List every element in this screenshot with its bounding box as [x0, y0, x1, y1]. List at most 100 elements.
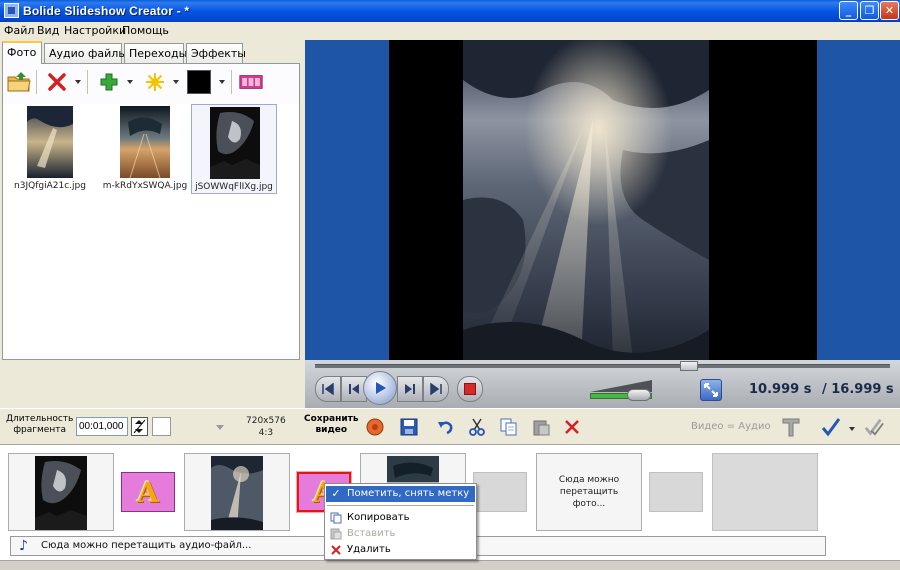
audio-drop-text: Сюда можно перетащить аудио-файл...: [41, 540, 252, 551]
next-button[interactable]: [397, 376, 423, 402]
minimize-button[interactable]: _: [839, 1, 858, 20]
app-window: Bolide Slideshow Creator - * _ ❐ ✕ Файл …: [0, 0, 900, 570]
timeline-slide[interactable]: [8, 453, 114, 531]
save-video-label: Сохранить видео: [304, 414, 359, 435]
go-to-start-button[interactable]: [315, 376, 341, 402]
app-icon: [4, 3, 19, 18]
video-preview: [305, 40, 900, 360]
video-equals-audio-label[interactable]: Видео = Аудио: [691, 421, 771, 432]
context-menu-item-toggle-mark[interactable]: ✓ Пометить, снять метку: [326, 486, 475, 502]
delete-dropdown-arrow[interactable]: [75, 80, 81, 84]
photo-thumbnail: [210, 107, 260, 179]
media-panel: Фото Аудио файлы Переходы Эффекты n3JQfg…: [0, 40, 302, 360]
toolbar-separator: [231, 70, 232, 94]
toolbar-separator: [36, 70, 37, 94]
check-icon[interactable]: [821, 417, 841, 437]
effects-star-icon[interactable]: [143, 70, 167, 94]
play-button[interactable]: [363, 371, 397, 405]
check-all-icon[interactable]: [864, 417, 884, 437]
context-menu-label: Копировать: [347, 512, 410, 523]
copy-icon[interactable]: [499, 417, 519, 437]
stop-button[interactable]: [457, 376, 483, 402]
time-display: 10.999 s / 16.999 s: [749, 382, 894, 397]
bottom-toolbar: Длительность фрагмента 720x576 4:3 Сохра…: [0, 408, 900, 444]
context-menu-item-delete[interactable]: Удалить: [326, 542, 475, 558]
context-menu-item-paste[interactable]: Вставить: [326, 526, 475, 542]
player-controls: 10.999 s / 16.999 s: [305, 360, 900, 408]
timeline-slide[interactable]: [184, 453, 290, 531]
preview-image: [463, 40, 709, 360]
effects-dropdown-arrow[interactable]: [173, 80, 179, 84]
aspect-dropdown-arrow[interactable]: [216, 425, 224, 430]
tab-photo[interactable]: Фото: [2, 41, 42, 64]
context-menu: ✓ Пометить, снять метку Копировать Встав…: [324, 483, 477, 560]
photo-item[interactable]: m-kRdYxSWQA.jpg: [102, 104, 188, 194]
menu-bar: Файл Вид Настройки Помощь: [0, 22, 900, 39]
photo-toolbar: [3, 64, 299, 100]
photo-thumbnail: [120, 106, 170, 179]
window-title: Bolide Slideshow Creator - *: [23, 4, 190, 18]
status-strip: [0, 560, 900, 570]
menu-settings[interactable]: Настройки: [64, 24, 126, 37]
color-dropdown-arrow[interactable]: [219, 80, 225, 84]
timeline-empty-slide[interactable]: [712, 453, 818, 531]
add-dropdown-arrow[interactable]: [127, 80, 133, 84]
photo-item[interactable]: n3JQfgiA21c.jpg: [7, 104, 93, 194]
paste-icon[interactable]: [531, 417, 551, 437]
photo-filename: jSOWWqFlIXg.jpg: [195, 182, 273, 192]
volume-knob[interactable]: [627, 389, 652, 401]
record-icon[interactable]: [365, 417, 385, 437]
context-menu-label: Пометить, снять метку: [347, 488, 470, 499]
seek-bar[interactable]: [315, 364, 890, 368]
tab-transitions[interactable]: Переходы: [124, 43, 187, 63]
photo-item-selected[interactable]: jSOWWqFlIXg.jpg: [191, 104, 277, 194]
duration-input[interactable]: [76, 417, 128, 436]
fullscreen-icon[interactable]: [700, 379, 722, 401]
check-dropdown-arrow[interactable]: [849, 427, 855, 431]
add-icon[interactable]: [97, 70, 121, 94]
title-bar[interactable]: Bolide Slideshow Creator - * _ ❐ ✕: [0, 0, 900, 22]
duration-spin-icon[interactable]: [131, 417, 148, 436]
paste-icon: [330, 528, 342, 540]
maximize-button[interactable]: ❐: [860, 1, 879, 20]
context-menu-item-copy[interactable]: Копировать: [326, 510, 475, 526]
total-time: / 16.999 s: [821, 382, 894, 397]
tab-effects[interactable]: Эффекты: [186, 43, 246, 63]
photo-tab-panel: n3JQfgiA21c.jpg m-kRdYxSWQA.jpg jSOWWqFl…: [2, 63, 300, 360]
timeline-empty-transition[interactable]: [473, 472, 527, 512]
save-disk-icon[interactable]: [399, 417, 419, 437]
video-frame: [389, 40, 817, 360]
cut-icon[interactable]: [467, 417, 487, 437]
context-menu-separator: [327, 505, 474, 506]
menu-view[interactable]: Вид: [37, 24, 59, 37]
background-color-swatch[interactable]: [152, 417, 171, 436]
context-menu-label: Вставить: [347, 528, 396, 539]
photo-filename: m-kRdYxSWQA.jpg: [102, 181, 188, 191]
delete-icon[interactable]: [45, 70, 69, 94]
go-to-end-button[interactable]: [423, 376, 449, 402]
seek-thumb[interactable]: [679, 361, 698, 371]
current-time: 10.999 s: [749, 382, 812, 397]
toolbar-separator: [87, 70, 88, 94]
delete-x-icon[interactable]: [562, 417, 582, 437]
color-picker-icon[interactable]: [187, 70, 211, 94]
resolution-label: 720x576 4:3: [246, 416, 286, 438]
timeline-empty-transition[interactable]: [649, 472, 703, 512]
transition-letter: A: [137, 475, 159, 509]
music-note-icon: ♪: [19, 538, 28, 554]
timeline-transition[interactable]: A: [121, 472, 175, 512]
copy-icon: [330, 512, 342, 524]
check-icon: ✓: [331, 487, 341, 500]
photo-grid: n3JQfgiA21c.jpg m-kRdYxSWQA.jpg jSOWWqFl…: [3, 104, 299, 354]
text-icon[interactable]: [781, 417, 801, 437]
menu-file[interactable]: Файл: [4, 24, 34, 37]
close-button[interactable]: ✕: [880, 1, 899, 20]
drop-photo-placeholder[interactable]: Сюда можно перетащить фото...: [536, 453, 642, 531]
undo-icon[interactable]: [436, 417, 456, 437]
delete-icon: [330, 544, 342, 556]
open-folder-icon[interactable]: [7, 70, 31, 94]
menu-help[interactable]: Помощь: [122, 24, 169, 37]
duration-label: Длительность фрагмента: [6, 414, 74, 435]
film-icon[interactable]: [239, 70, 263, 94]
tab-audio-files[interactable]: Аудио файлы: [44, 43, 127, 63]
